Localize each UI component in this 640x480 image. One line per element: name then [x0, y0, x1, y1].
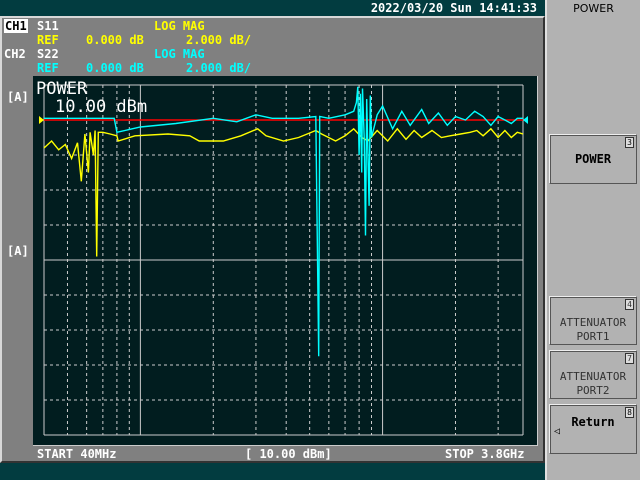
channel-2-indicator[interactable]: CH2 — [4, 48, 26, 60]
ch1-scale: 2.000 dB/ — [186, 33, 252, 47]
trace-plot[interactable]: POWER 10.00 dBm — [33, 76, 538, 446]
power-softkey-label: POWER — [574, 152, 612, 166]
softkey-panel: POWER POWER 3 ATTENUATOR PORT1 4 ATTENUA… — [545, 0, 640, 480]
trace-s22 — [44, 86, 523, 357]
ch2-ref: REF — [37, 61, 59, 75]
trace-chart — [39, 84, 528, 436]
ch1-ref-marker-icon — [39, 116, 44, 124]
attenuator-port2-softkey[interactable]: ATTENUATOR PORT2 7 — [549, 350, 637, 399]
ch2-ref-value: 0.000 dB — [86, 61, 144, 75]
stop-frequency: STOP 3.8GHz — [445, 447, 525, 461]
power-softkey[interactable]: POWER 3 — [549, 134, 637, 184]
ch2-param: S22 — [37, 47, 59, 61]
ch1-label: CH1 — [4, 19, 28, 33]
ch1-ref-value: 0.000 dB — [86, 33, 144, 47]
ch2-ref-marker-icon — [523, 116, 528, 124]
attenuator-port2-label: ATTENUATOR PORT2 — [559, 370, 627, 397]
ch1-param: S11 — [37, 19, 59, 33]
softkey-number: 8 — [625, 407, 634, 418]
ch1-ref: REF — [37, 33, 59, 47]
return-softkey-label: Return — [571, 415, 615, 429]
ch2-scale: 2.000 dB/ — [186, 61, 252, 75]
back-arrow-icon: ◁ — [554, 426, 561, 437]
softkey-number: 3 — [625, 137, 634, 148]
ch1-format: LOG MAG — [154, 19, 205, 33]
attenuator-port1-label: ATTENUATOR PORT1 — [559, 316, 627, 343]
softkey-number: 7 — [625, 353, 634, 364]
power-overlay-value: 10.00 dBm — [55, 97, 148, 117]
ch2-format: LOG MAG — [154, 47, 205, 61]
channel-1-indicator[interactable]: CH1 — [4, 19, 28, 33]
trace-s11 — [43, 127, 524, 257]
datetime: 2022/03/20 Sun 14:41:33 — [0, 0, 545, 16]
attenuator-port1-softkey[interactable]: ATTENUATOR PORT1 4 — [549, 296, 637, 345]
center-power: [ 10.00 dBm] — [245, 447, 332, 461]
softkey-number: 4 — [625, 299, 634, 310]
marker-label-1: [A] — [7, 90, 29, 104]
marker-label-2: [A] — [7, 244, 29, 258]
power-overlay-title: POWER — [36, 79, 88, 99]
softkey-menu-title: POWER — [573, 2, 614, 15]
start-frequency: START 40MHz — [37, 447, 117, 461]
return-softkey[interactable]: Return 8 ◁ — [549, 404, 637, 454]
